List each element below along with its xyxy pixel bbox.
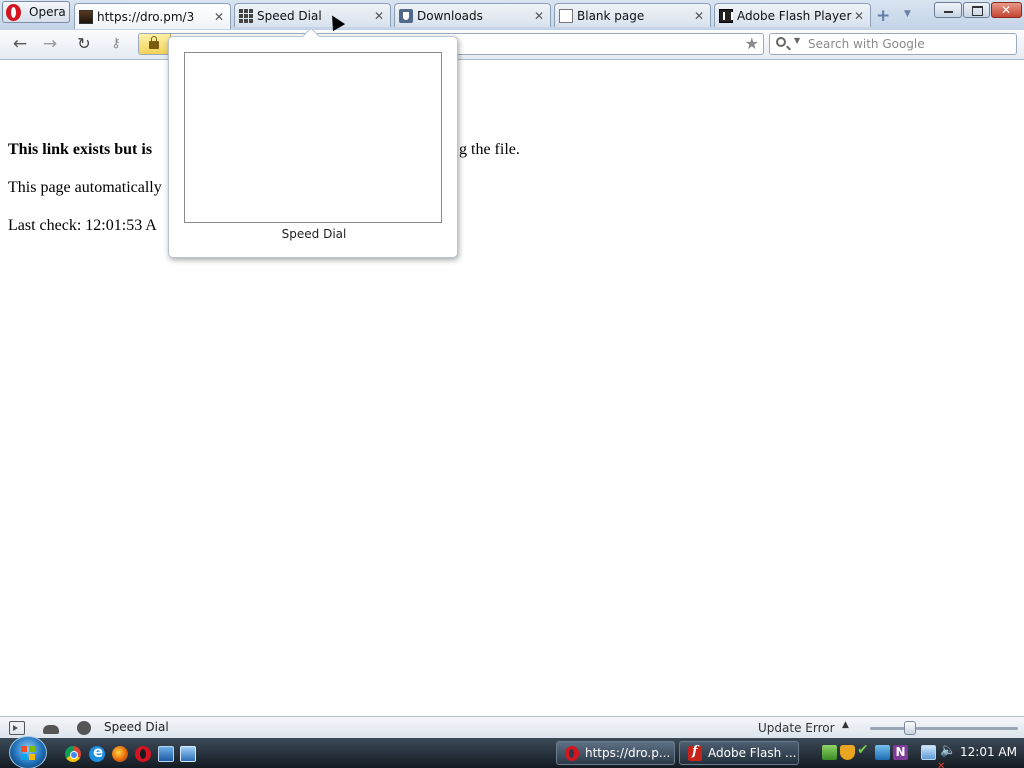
- windows-taskbar: https://dro.p... Adobe Flash ... ✔ N 🔈✕ …: [0, 736, 1024, 768]
- downloads-icon: [399, 8, 413, 23]
- link-status-bold: This link exists but is: [8, 141, 153, 158]
- site-favicon-icon: [79, 9, 93, 24]
- tab-label: https://dro.pm/3: [97, 9, 195, 24]
- flash-favicon-icon: [719, 8, 733, 23]
- zoom-slider-thumb[interactable]: [904, 721, 916, 735]
- network-icon[interactable]: [921, 745, 936, 760]
- taskbar-item-label: Adobe Flash ...: [708, 746, 797, 760]
- tab-adobe-flash[interactable]: Adobe Flash Player ... ✕: [714, 3, 871, 27]
- tab-dro-pm[interactable]: https://dro.pm/3 ✕: [74, 3, 231, 29]
- tab-speed-dial[interactable]: Speed Dial ✕: [234, 3, 391, 27]
- opera-icon[interactable]: [135, 746, 151, 762]
- lock-icon: [149, 36, 159, 49]
- opera-turbo-icon[interactable]: [77, 721, 91, 735]
- navigation-toolbar: ← → ↻ ⚷ ★ ▼: [0, 30, 1024, 60]
- close-tab-icon[interactable]: ✕: [692, 9, 706, 23]
- taskbar-item-label: https://dro.p...: [585, 746, 671, 760]
- opera-unite-cloud-icon[interactable]: [43, 725, 59, 734]
- close-tab-icon[interactable]: ✕: [372, 9, 386, 23]
- speed-dial-grid-icon: [239, 8, 253, 23]
- update-error-status[interactable]: Update Error: [758, 721, 835, 735]
- search-engine-dropdown-icon[interactable]: ▼: [794, 36, 800, 45]
- chrome-icon[interactable]: [65, 746, 81, 762]
- opera-menu-button[interactable]: Opera: [2, 1, 70, 23]
- link-status-message: This link exists but is g the file.: [8, 141, 520, 159]
- system-clock[interactable]: 12:01 AM: [960, 745, 1017, 759]
- tray-onenote-icon[interactable]: N: [893, 745, 908, 760]
- back-arrow-icon[interactable]: ←: [8, 33, 32, 55]
- reload-icon[interactable]: ↻: [72, 33, 96, 55]
- tab-label: Adobe Flash Player ...: [737, 8, 852, 23]
- zoom-slider[interactable]: [870, 727, 1018, 730]
- new-tab-plus-icon[interactable]: +: [876, 6, 890, 26]
- opera-icon: [565, 745, 579, 761]
- opera-menu-label: Opera: [29, 5, 66, 19]
- tab-label: Speed Dial: [257, 8, 322, 23]
- tab-downloads[interactable]: Downloads ✕: [394, 3, 551, 27]
- tray-grid-icon[interactable]: [875, 745, 890, 760]
- taskbar-item-opera[interactable]: https://dro.p...: [556, 741, 675, 765]
- tab-blank-page[interactable]: Blank page ✕: [554, 3, 711, 27]
- minimize-button[interactable]: [934, 2, 962, 18]
- close-window-button[interactable]: [991, 2, 1022, 18]
- search-icon: [776, 37, 786, 47]
- tab-label: Blank page: [577, 8, 645, 23]
- search-box[interactable]: ▼: [769, 33, 1017, 55]
- tab-strip: Opera https://dro.pm/3 ✕ Speed Dial ✕ Do…: [0, 0, 1024, 30]
- page-content: This link exists but is g the file. This …: [0, 61, 1024, 716]
- taskbar-item-flash[interactable]: Adobe Flash ...: [679, 741, 799, 765]
- bookmark-star-icon[interactable]: ★: [745, 34, 759, 53]
- tray-app-icon[interactable]: [822, 745, 837, 760]
- zoom-menu-up-icon[interactable]: ▲: [842, 720, 849, 730]
- flash-icon: [688, 744, 702, 761]
- secure-lock-badge[interactable]: [139, 34, 171, 54]
- tray-shield-icon[interactable]: [840, 745, 855, 760]
- wand-key-icon[interactable]: ⚷: [104, 33, 128, 55]
- link-status-tail: g the file.: [459, 141, 520, 158]
- tab-list-chevron-down-icon[interactable]: ▼: [904, 9, 911, 19]
- last-check-time: Last check: 12:01:53 A: [8, 217, 157, 234]
- tab-preview-popup[interactable]: Speed Dial: [168, 27, 458, 258]
- auto-refresh-note: This page automatically: [8, 179, 162, 196]
- blank-page-icon: [559, 8, 573, 23]
- status-bar: Speed Dial Update Error ▲: [0, 716, 1024, 738]
- search-input[interactable]: [808, 35, 1008, 53]
- internet-explorer-icon[interactable]: [89, 743, 105, 762]
- tray-check-icon[interactable]: ✔: [857, 742, 872, 758]
- close-tab-icon[interactable]: ✕: [212, 10, 226, 24]
- opera-logo-icon: [6, 3, 21, 21]
- windows-start-button[interactable]: [9, 736, 47, 768]
- close-tab-icon[interactable]: ✕: [852, 9, 866, 23]
- forward-arrow-icon[interactable]: →: [38, 33, 62, 55]
- restore-button[interactable]: [963, 2, 990, 18]
- switch-windows-icon[interactable]: [180, 746, 196, 762]
- close-tab-icon[interactable]: ✕: [532, 9, 546, 23]
- preview-thumbnail: [184, 52, 442, 223]
- tab-label: Downloads: [417, 8, 483, 23]
- status-page-label: Speed Dial: [104, 720, 169, 734]
- panel-toggle-icon[interactable]: [9, 721, 25, 735]
- firefox-icon[interactable]: [112, 746, 128, 762]
- preview-label: Speed Dial: [281, 227, 347, 241]
- volume-muted-icon[interactable]: 🔈✕: [937, 743, 956, 768]
- show-desktop-icon[interactable]: [158, 746, 174, 762]
